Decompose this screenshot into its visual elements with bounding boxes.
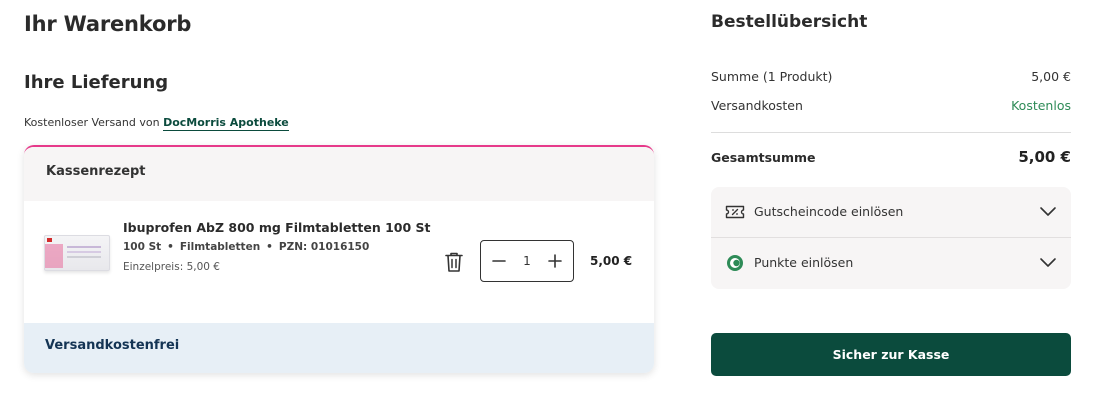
total-label: Gesamtsumme [711,150,816,165]
shipping-cost-label: Versandkosten [711,98,803,113]
shipping-cost-value: Kostenlos [1011,98,1071,113]
product-image-text [67,246,101,248]
product-pack-size: 100 St [123,241,162,253]
product-name[interactable]: Ibuprofen AbZ 800 mg Filmtabletten 100 S… [123,220,431,235]
checkout-button[interactable]: Sicher zur Kasse [711,333,1071,376]
points-icon [727,255,743,271]
shipping-cost-row: Versandkosten Kostenlos [711,98,1071,116]
cart-group-title: Kassenrezept [46,164,146,179]
shipping-info: Kostenloser Versand von DocMorris Apothe… [24,116,289,131]
meta-separator: • [167,241,174,253]
redeem-accordion: Gutscheincode einlösen Punkte einlösen [711,187,1071,289]
subtotal-value: 5,00 € [1031,69,1071,84]
item-price: 5,00 € [590,254,633,268]
cart-group-header: Kassenrezept [24,147,654,201]
subtotal-label: Summe (1 Produkt) [711,69,833,84]
summary-divider [711,132,1071,133]
shipping-prefix: Kostenloser Versand von [24,116,160,129]
total-row: Gesamtsumme 5,00 € [711,148,1071,168]
shipping-free-text: Versandkostenfrei [45,338,180,353]
product-image-band [45,244,63,268]
meta-separator: • [266,241,273,253]
page-title: Ihr Warenkorb [24,12,192,36]
decrease-quantity-button[interactable] [483,241,515,281]
points-accordion-toggle[interactable]: Punkte einlösen [711,238,1071,289]
shipping-free-banner: Versandkostenfrei [24,323,654,373]
subtotal-row: Summe (1 Produkt) 5,00 € [711,69,1071,87]
delivery-title: Ihre Lieferung [24,72,169,93]
product-pzn: PZN: 01016150 [278,241,370,253]
total-value: 5,00 € [1018,148,1071,166]
voucher-label: Gutscheincode einlösen [754,204,904,219]
voucher-icon [725,205,745,219]
minus-icon [492,260,506,262]
voucher-accordion-toggle[interactable]: Gutscheincode einlösen [711,187,1071,238]
product-image[interactable] [44,235,110,271]
points-label: Punkte einlösen [754,255,854,270]
unit-price: Einzelpreis: 5,00 € [123,261,220,273]
summary-title: Bestellübersicht [711,12,868,32]
chevron-down-icon [1040,207,1056,216]
quantity-value[interactable]: 1 [513,241,541,281]
product-meta: 100 St • Filmtabletten • PZN: 01016150 [123,241,369,253]
product-form: Filmtabletten [179,241,261,253]
chevron-down-icon [1040,258,1056,267]
plus-icon [548,254,562,268]
trash-icon [445,252,463,272]
cart-item: Ibuprofen AbZ 800 mg Filmtabletten 100 S… [24,201,654,323]
pharmacy-link[interactable]: DocMorris Apotheke [163,116,289,131]
cart-card: Kassenrezept Ibuprofen AbZ 800 mg Filmta… [24,145,654,373]
increase-quantity-button[interactable] [539,241,571,281]
quantity-stepper: 1 [480,240,574,282]
product-image-logo [47,238,52,242]
remove-item-button[interactable] [444,251,464,273]
